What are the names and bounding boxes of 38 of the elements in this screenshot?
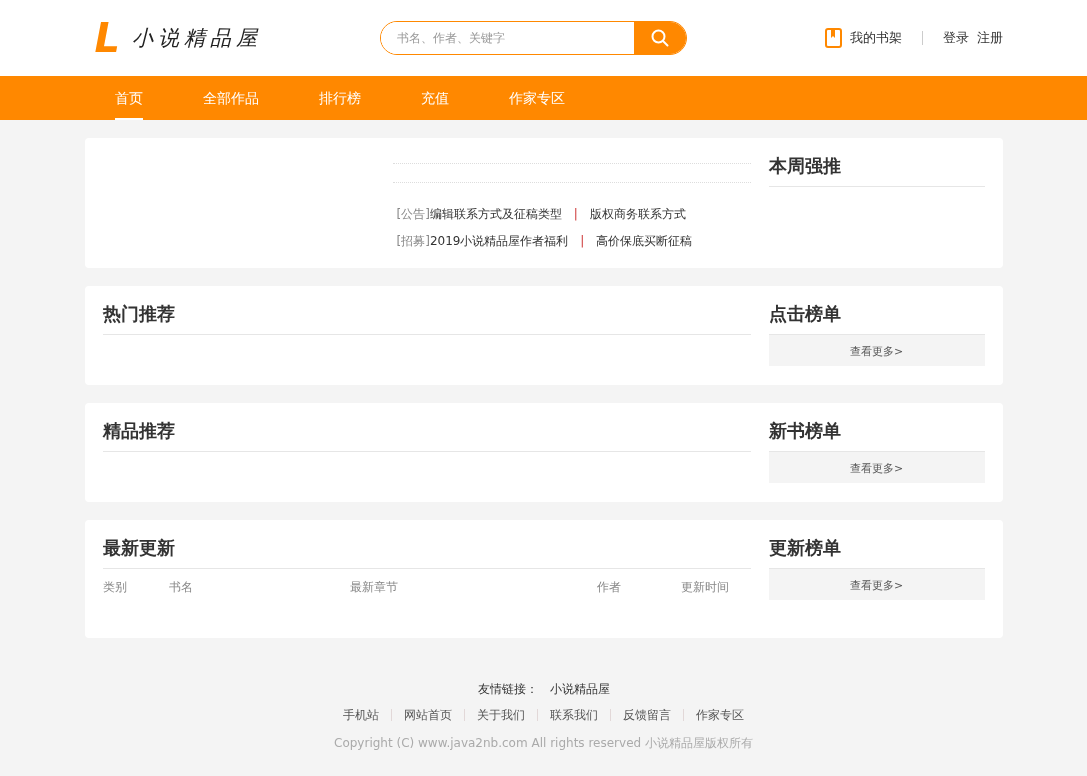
search-button[interactable] <box>633 22 686 54</box>
column-header: 更新时间 <box>681 579 731 596</box>
footer-link[interactable]: 作家专区 <box>696 702 744 728</box>
register-link[interactable]: 注册 <box>976 29 1003 47</box>
view-more-button[interactable]: 查看更多> <box>768 335 985 366</box>
column-header: 书名 <box>168 579 194 596</box>
notice-link[interactable]: 2019小说精品屋作者福利 <box>429 234 569 248</box>
section-title: 热门推荐 <box>102 286 751 335</box>
column-header: 作者 <box>596 579 622 596</box>
column-header: 类别 <box>102 579 128 596</box>
notice-tag: [招募] <box>396 234 430 248</box>
link-separator: | <box>573 207 578 221</box>
friend-link[interactable]: 小说精品屋 <box>549 676 610 702</box>
section-title: 精品推荐 <box>102 403 751 452</box>
bookshelf-link[interactable]: 我的书架 <box>849 29 902 47</box>
login-link[interactable]: 登录 <box>942 29 969 47</box>
bookshelf-icon[interactable] <box>824 28 842 48</box>
footer-link[interactable]: 手机站 <box>343 702 379 728</box>
notice-link[interactable]: 高价保底买断征稿 <box>596 234 693 248</box>
search-field[interactable]: 书名、作者、关键字 <box>379 21 687 55</box>
link-separator: | <box>580 234 585 248</box>
footer-link[interactable]: 关于我们 <box>477 702 525 728</box>
footer-link[interactable]: 网站首页 <box>404 702 452 728</box>
notice-tag: [公告] <box>396 207 430 221</box>
site-logo-text[interactable]: 小说精品屋 <box>132 24 262 52</box>
view-more-button[interactable]: 查看更多> <box>768 569 985 600</box>
notice-link[interactable]: 版权商务联系方式 <box>589 207 686 221</box>
view-more-button[interactable]: 查看更多> <box>768 452 985 483</box>
friend-links-label: 友情链接： <box>477 681 538 698</box>
search-icon <box>650 29 669 47</box>
column-header: 最新章节 <box>350 579 400 596</box>
section-title: 最新更新 <box>102 520 751 569</box>
copyright-text: Copyright (C) www.java2nb.com All rights reserved 小说精品屋版权所有 <box>333 735 754 752</box>
footer-link[interactable]: 联系我们 <box>550 702 598 728</box>
section-title: 本周强推 <box>768 138 985 187</box>
logo-mark: L <box>94 18 120 58</box>
footer-link[interactable]: 反馈留言 <box>623 702 671 728</box>
notice-link[interactable]: 编辑联系方式及征稿类型 <box>429 207 562 221</box>
